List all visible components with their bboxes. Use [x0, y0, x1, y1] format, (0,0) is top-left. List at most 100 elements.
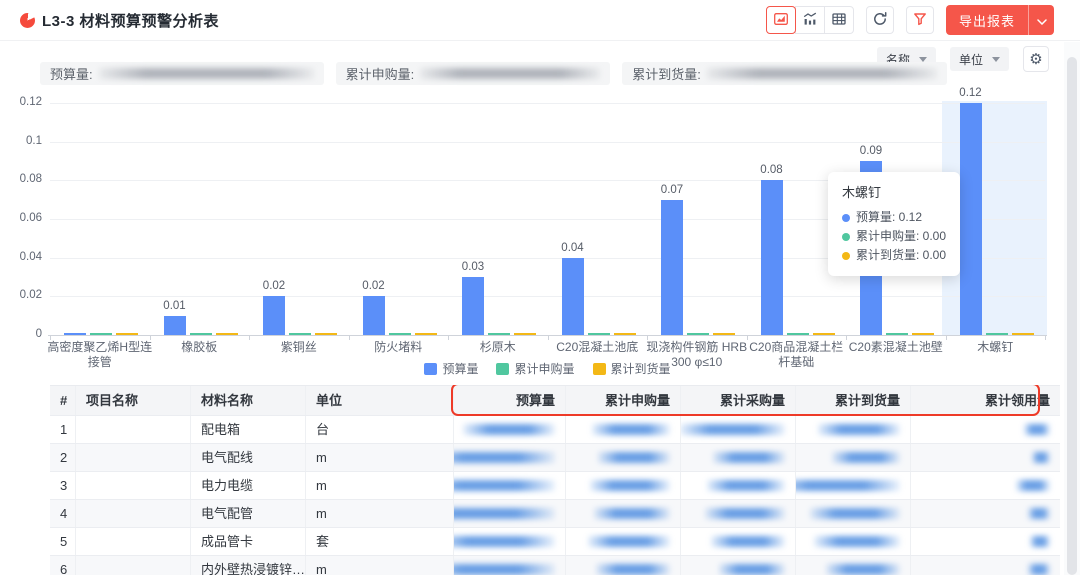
- x-axis-category-label: C20混凝土池底: [545, 340, 651, 355]
- redacted-value: [598, 452, 670, 463]
- bar-预算量[interactable]: [363, 296, 385, 335]
- summary-label: 预算量:: [50, 64, 93, 83]
- redacted-value: [814, 536, 900, 547]
- tooltip-row: 累计到货量: 0.00: [842, 246, 946, 265]
- unit-select-value: 单位: [959, 51, 983, 68]
- redacted-value: [596, 564, 670, 575]
- cell-material-name: 配电箱: [190, 416, 305, 443]
- redacted-value: [832, 452, 900, 463]
- export-dropdown-caret[interactable]: [1028, 5, 1054, 35]
- vertical-scrollbar-track[interactable]: [1064, 42, 1080, 575]
- column-header-材料名称[interactable]: 材料名称: [190, 386, 305, 415]
- legend-swatch: [496, 363, 509, 375]
- y-axis-tick-label: 0.06: [0, 212, 42, 224]
- column-header-累计领用量[interactable]: 累计领用量: [910, 386, 1060, 415]
- cell-redacted-value: [453, 500, 565, 527]
- x-axis-category-label: 橡胶板: [147, 340, 253, 355]
- bar-value-label: 0.01: [145, 300, 205, 312]
- view-switch-group: [766, 6, 854, 34]
- legend-item-累计申购量[interactable]: 累计申购量: [496, 360, 574, 377]
- bar-value-label: 0.03: [443, 261, 503, 273]
- redacted-value: [680, 424, 785, 435]
- bar-预算量[interactable]: [661, 200, 683, 335]
- cell-index: 3: [50, 472, 75, 499]
- column-header-项目名称[interactable]: 项目名称: [75, 386, 190, 415]
- column-header-累计申购量[interactable]: 累计申购量: [565, 386, 680, 415]
- cell-redacted-value: [565, 416, 680, 443]
- vertical-scrollbar-thumb[interactable]: [1067, 57, 1077, 575]
- legend-swatch: [424, 363, 437, 375]
- table-row[interactable]: 4电气配管m: [50, 499, 1060, 527]
- column-header-累计采购量[interactable]: 累计采购量: [680, 386, 795, 415]
- redacted-value: [818, 424, 900, 435]
- unit-select[interactable]: 单位: [950, 47, 1009, 71]
- area-chart-view-button[interactable]: [766, 6, 796, 34]
- table-row[interactable]: 2电气配线m: [50, 443, 1060, 471]
- bar-预算量[interactable]: [960, 103, 982, 335]
- column-header-#[interactable]: #: [50, 386, 75, 415]
- cell-redacted-value: [795, 556, 910, 575]
- cell-redacted-value: [565, 444, 680, 471]
- redacted-value: [588, 536, 670, 547]
- legend-item-累计到货量[interactable]: 累计到货量: [593, 360, 671, 377]
- bar-value-label: 0.02: [244, 280, 304, 292]
- series-dot: [842, 214, 850, 222]
- cell-redacted-value: [680, 472, 795, 499]
- export-report-button[interactable]: 导出报表: [946, 5, 1054, 35]
- x-axis-tick: [946, 336, 947, 340]
- table-row[interactable]: 5成品管卡套: [50, 527, 1060, 555]
- redacted-value: [795, 480, 900, 491]
- summary-label: 累计申购量:: [346, 64, 415, 83]
- table-view-button[interactable]: [824, 6, 854, 34]
- bar-预算量[interactable]: [263, 296, 285, 335]
- column-header-单位[interactable]: 单位: [305, 386, 453, 415]
- cell-redacted-value: [565, 472, 680, 499]
- bar-value-label: 0.09: [841, 145, 901, 157]
- bar-预算量[interactable]: [562, 258, 584, 335]
- filter-button[interactable]: [906, 6, 934, 34]
- bar-预算量[interactable]: [462, 277, 484, 335]
- bar-预算量[interactable]: [761, 180, 783, 335]
- tooltip-row: 累计申购量: 0.00: [842, 227, 946, 246]
- x-axis-tick: [647, 336, 648, 340]
- x-axis-tick: [249, 336, 250, 340]
- cell-redacted-value: [453, 556, 565, 575]
- toolbar: 导出报表: [766, 5, 1054, 35]
- x-axis-tick: [150, 336, 151, 340]
- bar-value-label: 0.02: [344, 280, 404, 292]
- cell-redacted-value: [910, 444, 1060, 471]
- redacted-value: [713, 452, 785, 463]
- bar-chart-view-button[interactable]: [795, 6, 825, 34]
- x-axis-category-label: C20素混凝土池壁: [843, 340, 949, 355]
- cell-index: 6: [50, 556, 75, 575]
- redacted-value: [711, 536, 785, 547]
- redacted-value: [594, 508, 670, 519]
- y-axis-tick-label: 0.04: [0, 251, 42, 263]
- cell-index: 1: [50, 416, 75, 443]
- cell-redacted-value: [680, 500, 795, 527]
- refresh-button[interactable]: [866, 6, 894, 34]
- table-row[interactable]: 6内外壁热浸镀锌…m: [50, 555, 1060, 575]
- cell-project-name: [75, 416, 190, 443]
- summary-row: 预算量:累计申购量:累计到货量:: [40, 62, 947, 85]
- y-axis-tick-label: 0: [0, 328, 42, 340]
- bar-预算量[interactable]: [164, 316, 186, 335]
- table-row[interactable]: 3电力电缆m: [50, 471, 1060, 499]
- y-axis-tick-label: 0.02: [0, 289, 42, 301]
- table-row[interactable]: 1配电箱台: [50, 415, 1060, 443]
- cell-redacted-value: [453, 472, 565, 499]
- gridline: [50, 142, 1045, 143]
- cell-unit: m: [305, 444, 453, 471]
- tooltip-row: 预算量: 0.12: [842, 208, 946, 227]
- column-header-累计到货量[interactable]: 累计到货量: [795, 386, 910, 415]
- legend-item-预算量[interactable]: 预算量: [424, 360, 478, 377]
- series-dot: [842, 233, 850, 241]
- export-report-label: 导出报表: [946, 5, 1028, 35]
- column-header-预算量[interactable]: 预算量: [453, 386, 565, 415]
- cell-index: 2: [50, 444, 75, 471]
- settings-button[interactable]: ⚙: [1023, 46, 1049, 72]
- cell-index: 4: [50, 500, 75, 527]
- cell-redacted-value: [680, 444, 795, 471]
- cell-material-name: 电力电缆: [190, 472, 305, 499]
- cell-material-name: 电气配管: [190, 500, 305, 527]
